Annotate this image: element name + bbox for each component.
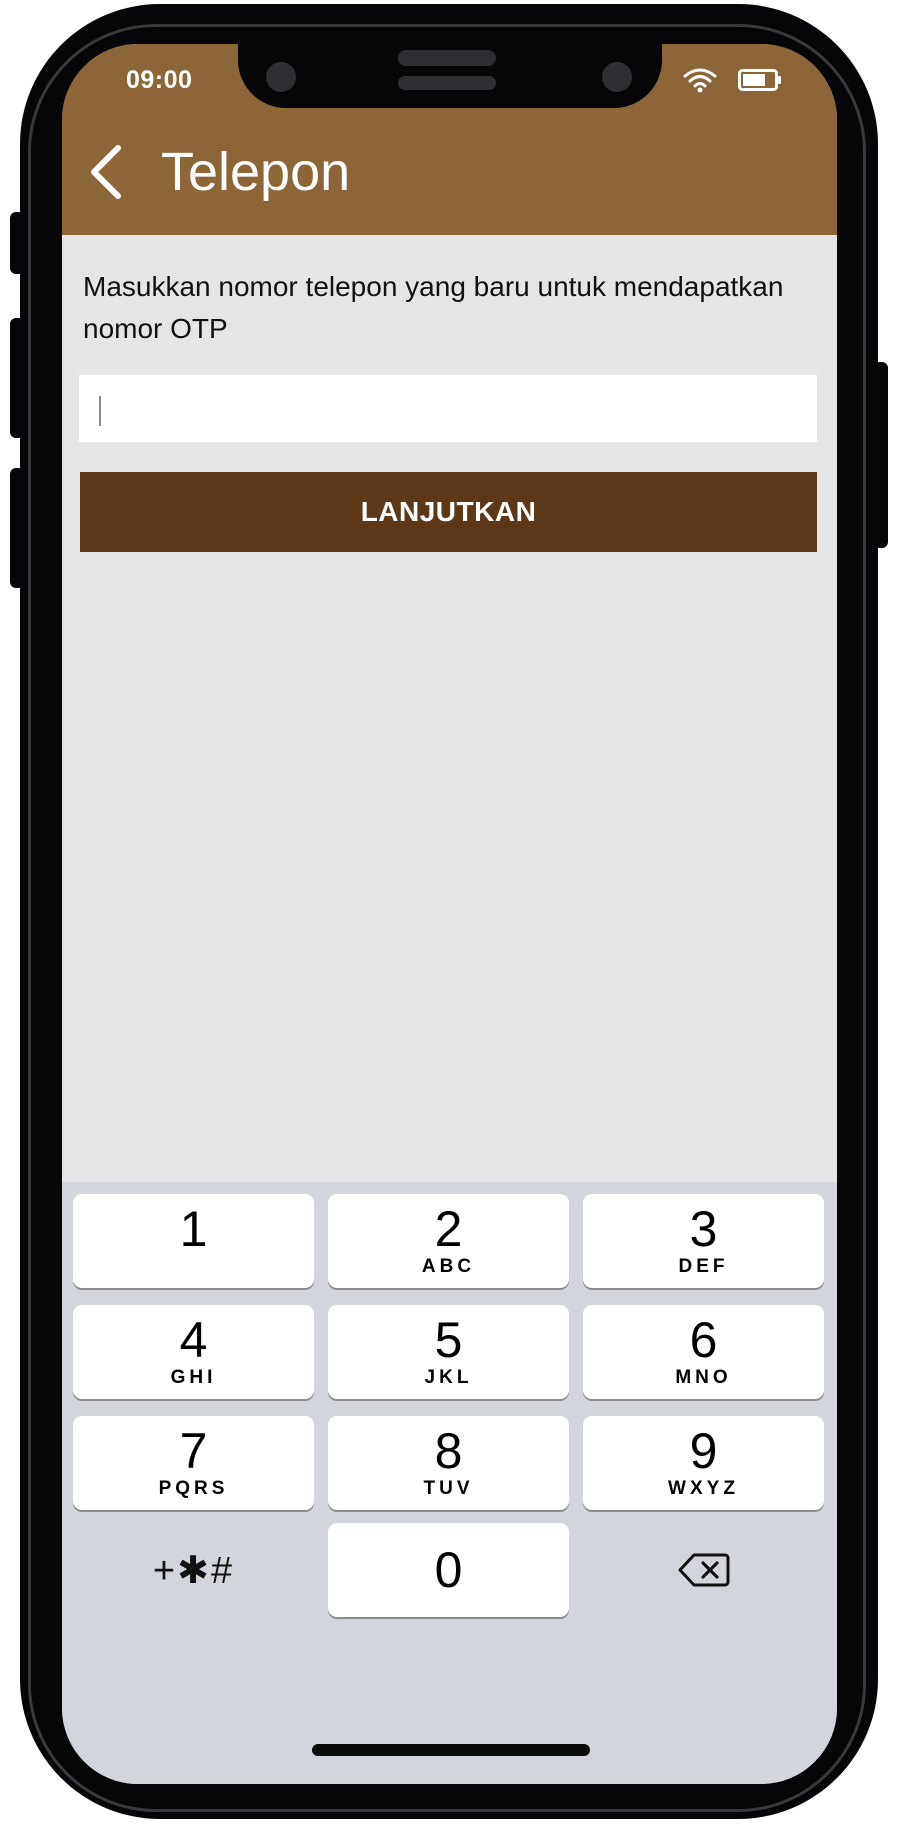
key-3[interactable]: 3 DEF: [583, 1194, 824, 1288]
front-camera: [266, 62, 296, 92]
speaker-grille: [398, 50, 496, 66]
key-letters: ABC: [421, 1256, 476, 1277]
key-digit: 0: [434, 1542, 463, 1598]
instruction-text: Masukkan nomor telepon yang baru untuk m…: [83, 271, 784, 344]
wifi-icon: [683, 68, 717, 93]
screen: 09:00 Telepon Masukkan nomor telepon yan…: [62, 44, 837, 1784]
sensor-dot: [602, 62, 632, 92]
continue-button[interactable]: LANJUTKAN: [80, 472, 817, 552]
backspace-icon: [678, 1553, 729, 1587]
key-letters: GHI: [170, 1367, 217, 1388]
key-digit: 2: [434, 1201, 463, 1257]
key-digit: 6: [689, 1312, 718, 1368]
numeric-keypad: 1 2 ABC 3 DEF 4 GHI 5 JKL 6 MNO 7 PQRS 8: [62, 1182, 837, 1784]
key-2[interactable]: 2 ABC: [328, 1194, 569, 1288]
sensor-bar: [398, 76, 496, 90]
key-8[interactable]: 8 TUV: [328, 1416, 569, 1510]
battery-icon: [738, 69, 781, 91]
key-letters: DEF: [678, 1256, 729, 1277]
text-caret: [99, 396, 101, 426]
chevron-left-icon: [91, 145, 121, 199]
power-button: [874, 362, 888, 548]
key-6[interactable]: 6 MNO: [583, 1305, 824, 1399]
back-button[interactable]: [82, 140, 132, 204]
key-9[interactable]: 9 WXYZ: [583, 1416, 824, 1510]
symbols-key[interactable]: +✱#: [73, 1523, 314, 1617]
key-digit: 7: [179, 1423, 208, 1479]
mute-switch: [10, 212, 24, 274]
key-letters: PQRS: [158, 1478, 229, 1499]
key-digit: 8: [434, 1423, 463, 1479]
delete-key[interactable]: [583, 1523, 824, 1617]
notch: [238, 44, 662, 108]
phone-number-input[interactable]: [79, 375, 817, 442]
key-4[interactable]: 4 GHI: [73, 1305, 314, 1399]
key-7[interactable]: 7 PQRS: [73, 1416, 314, 1510]
key-5[interactable]: 5 JKL: [328, 1305, 569, 1399]
key-0[interactable]: 0: [328, 1523, 569, 1617]
key-letters: JKL: [424, 1367, 473, 1388]
volume-up-button: [10, 318, 24, 438]
volume-down-button: [10, 468, 24, 588]
key-digit: 9: [689, 1423, 718, 1479]
key-digit: 1: [179, 1201, 208, 1257]
page-title: Telepon: [161, 142, 351, 202]
key-letters: TUV: [423, 1478, 474, 1499]
key-letters: MNO: [675, 1367, 732, 1388]
key-1[interactable]: 1: [73, 1194, 314, 1288]
home-indicator[interactable]: [312, 1744, 590, 1756]
key-letters: WXYZ: [668, 1478, 739, 1499]
key-digit: 4: [179, 1312, 208, 1368]
status-time: 09:00: [126, 66, 193, 94]
key-digit: 5: [434, 1312, 463, 1368]
app-header: 09:00 Telepon: [62, 44, 837, 235]
key-digit: 3: [689, 1201, 718, 1257]
